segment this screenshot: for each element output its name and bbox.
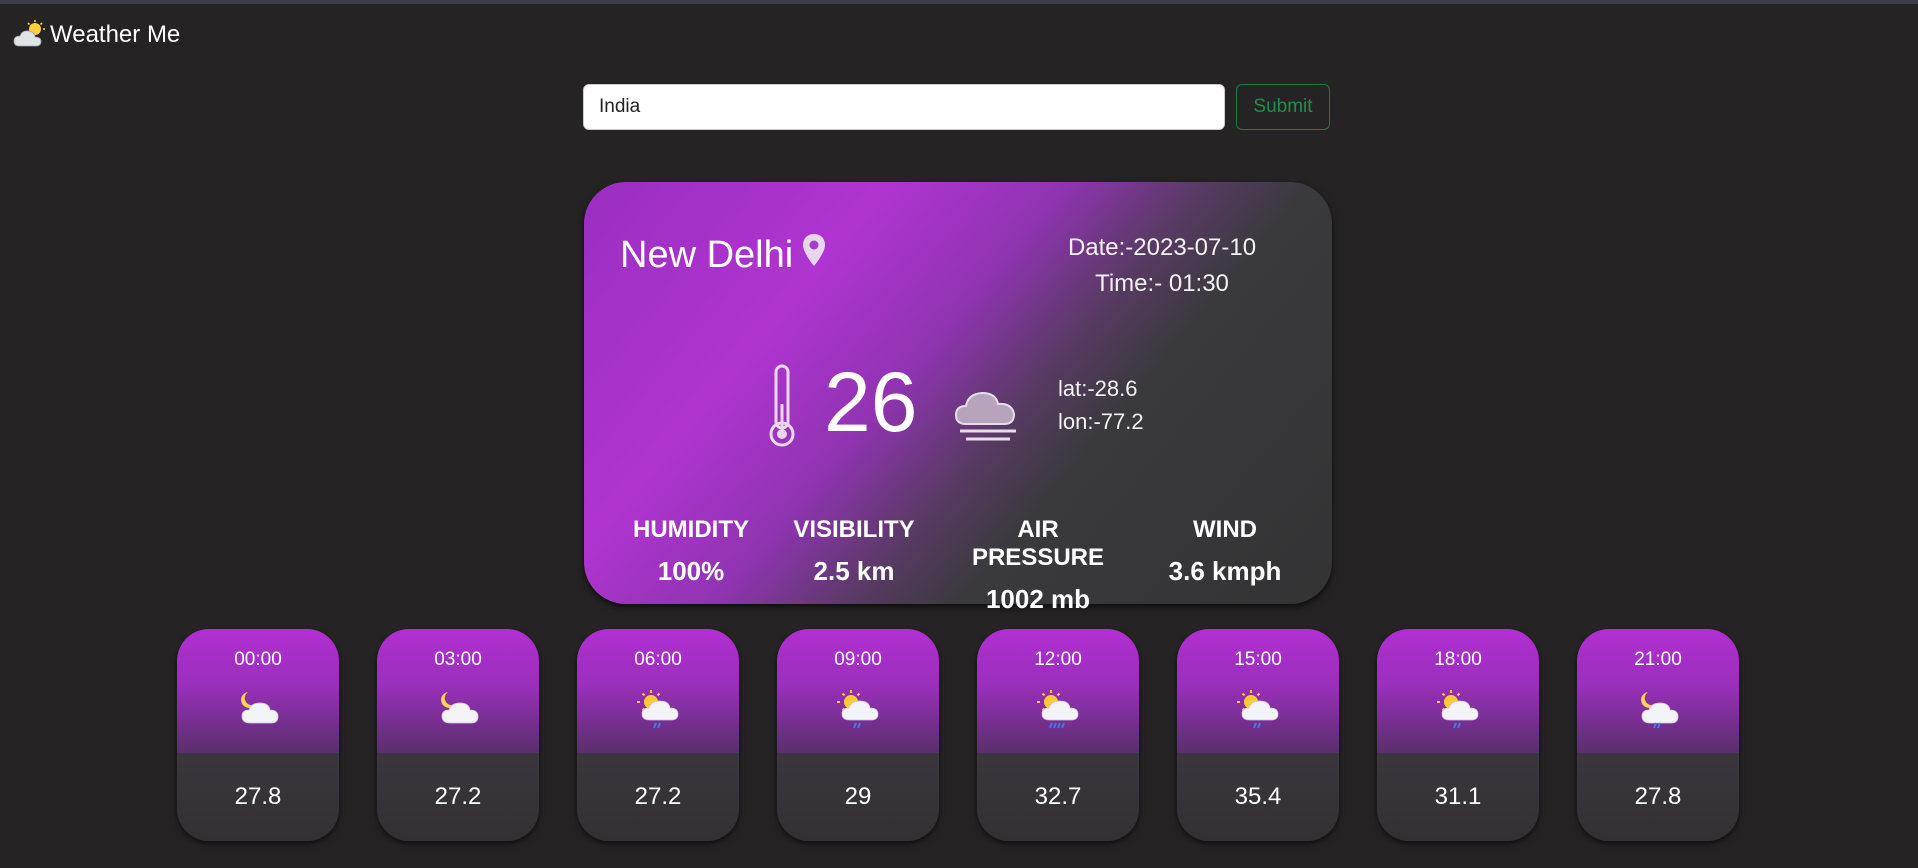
stat-label: VISIBILITY (793, 516, 915, 543)
search-form: Submit (583, 84, 1330, 130)
current-temperature: 26 (824, 355, 918, 449)
navbar-brand[interactable]: Weather Me (13, 20, 180, 50)
forecast-temp: 31.1 (1377, 753, 1539, 841)
forecast-time: 00:00 (234, 649, 282, 670)
fog-cloud-icon (954, 391, 1016, 441)
forecast-temp: 32.7 (977, 753, 1139, 841)
coordinates: lat:-28.6 lon:-77.2 (1058, 372, 1144, 438)
forecast-time: 03:00 (434, 649, 482, 670)
location-search-input[interactable] (583, 84, 1225, 130)
stat-label: AIR PRESSURE (971, 516, 1105, 571)
forecast-temp: 27.2 (377, 753, 539, 841)
forecast-card-1500: 15:00 35.4 (1177, 629, 1339, 841)
app-title: Weather Me (50, 21, 181, 48)
moon-cloud-rain-icon (1640, 691, 1679, 729)
visibility-stat: VISIBILITY 2.5 km (784, 516, 924, 587)
stat-value: 100% (657, 556, 725, 586)
window-top-border (0, 0, 1918, 4)
city-name: New Delhi (620, 234, 794, 276)
city-heading: New Delhi (620, 234, 827, 277)
forecast-card-2100: 21:00 27.8 (1577, 629, 1739, 841)
wind-stat: WIND 3.6 kmph (1162, 516, 1288, 587)
sun-cloud-rain-icon (1436, 689, 1479, 729)
sun-cloud-rain-icon (1236, 689, 1279, 729)
longitude-text: lon:-77.2 (1058, 409, 1144, 434)
air-pressure-stat: AIR PRESSURE 1002 mb (950, 516, 1126, 615)
latitude-text: lat:-28.6 (1058, 376, 1138, 401)
forecast-time: 06:00 (634, 649, 682, 670)
date-time-block: Date:-2023-07-10 Time:- 01:30 (1034, 230, 1290, 302)
sun-cloud-heavy-rain-icon (1036, 689, 1079, 729)
stat-value: 1002 mb (985, 584, 1091, 614)
forecast-card-0900: 09:00 29 (777, 629, 939, 841)
forecast-time: 21:00 (1634, 649, 1682, 670)
sun-behind-cloud-icon (13, 20, 45, 47)
forecast-card-0300: 03:00 27.2 (377, 629, 539, 841)
humidity-stat: HUMIDITY 100% (628, 516, 754, 587)
current-weather-card: New Delhi Date:-2023-07-10 Time:- 01:30 … (584, 182, 1332, 614)
thermometer-icon (769, 364, 795, 447)
moon-cloud-icon (240, 691, 279, 724)
stat-value: 2.5 km (813, 556, 895, 586)
date-text: Date:-2023-07-10 (1067, 234, 1257, 261)
sun-cloud-rain-icon (636, 689, 679, 729)
forecast-temp: 27.8 (177, 753, 339, 841)
moon-cloud-icon (440, 691, 479, 724)
sun-cloud-rain-icon (836, 689, 879, 729)
forecast-temp: 35.4 (1177, 753, 1339, 841)
submit-button[interactable]: Submit (1236, 84, 1330, 130)
forecast-card-1200: 12:00 32.7 (977, 629, 1139, 841)
stat-label: WIND (1193, 516, 1257, 543)
forecast-temp: 27.8 (1577, 753, 1739, 841)
stat-label: HUMIDITY (633, 516, 749, 543)
forecast-temp: 29 (777, 753, 939, 841)
forecast-time: 15:00 (1234, 649, 1282, 670)
forecast-card-0600: 06:00 27.2 (577, 629, 739, 841)
time-text: Time:- 01:30 (1095, 270, 1229, 297)
forecast-card-0000: 00:00 27.8 (177, 629, 339, 841)
stat-value: 3.6 kmph (1168, 556, 1282, 586)
forecast-time: 12:00 (1034, 649, 1082, 670)
map-pin-icon (803, 234, 826, 266)
forecast-time: 09:00 (834, 649, 882, 670)
forecast-temp: 27.2 (577, 753, 739, 841)
forecast-time: 18:00 (1434, 649, 1482, 670)
forecast-card-1800: 18:00 31.1 (1377, 629, 1539, 841)
